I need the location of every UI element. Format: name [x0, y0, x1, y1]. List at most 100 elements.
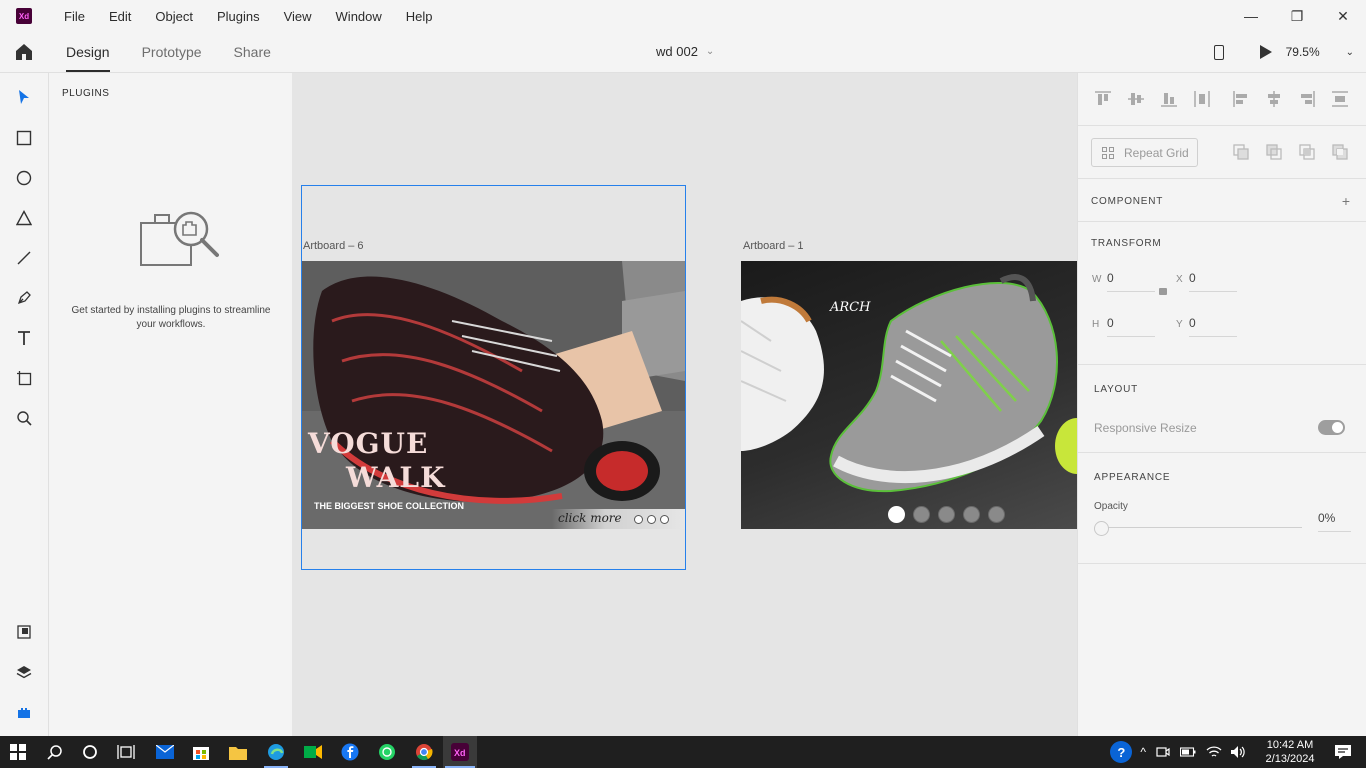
- select-tool-icon[interactable]: [14, 87, 34, 107]
- design-canvas[interactable]: Artboard – 6 VOGUE WALK THE BIGGEST SHOE…: [292, 73, 1077, 736]
- align-center-icon[interactable]: [1265, 90, 1283, 108]
- text-tool-icon[interactable]: [14, 328, 34, 348]
- boolean-subtract-icon[interactable]: [1265, 143, 1283, 161]
- zoom-tool-icon[interactable]: [14, 408, 34, 428]
- layers-panel-icon[interactable]: [14, 662, 34, 682]
- x-field[interactable]: 0: [1189, 271, 1237, 292]
- menu-help[interactable]: Help: [394, 9, 445, 24]
- search-icon[interactable]: [45, 742, 65, 762]
- menu-view[interactable]: View: [272, 9, 324, 24]
- align-right-icon[interactable]: [1298, 90, 1316, 108]
- chevron-down-icon: ⌄: [705, 46, 715, 57]
- cortana-icon[interactable]: [80, 742, 100, 762]
- task-view-icon[interactable]: [116, 742, 136, 762]
- mode-tabs: Design Prototype Share: [66, 32, 303, 72]
- artboard-tool-icon[interactable]: [14, 368, 34, 388]
- opacity-slider-thumb[interactable]: [1094, 521, 1109, 536]
- store-icon[interactable]: [191, 742, 211, 762]
- grid-icon: [1102, 146, 1114, 159]
- assets-panel-icon[interactable]: [14, 622, 34, 642]
- play-icon[interactable]: [1259, 45, 1272, 59]
- menu-object[interactable]: Object: [143, 9, 205, 24]
- edge-browser-icon[interactable]: [266, 742, 286, 762]
- document-title-dropdown[interactable]: wd 002 ⌄: [656, 32, 714, 72]
- y-field[interactable]: 0: [1189, 316, 1237, 337]
- meet-now-icon[interactable]: [1156, 745, 1170, 759]
- wifi-icon[interactable]: [1206, 745, 1222, 759]
- headline-vogue: VOGUE: [308, 427, 429, 460]
- svg-text:Xd: Xd: [454, 748, 466, 758]
- distribute-horizontal-icon[interactable]: [1331, 90, 1349, 108]
- carousel-dot: [660, 515, 669, 524]
- divider: [1078, 563, 1366, 564]
- height-label: H: [1092, 319, 1100, 330]
- height-field[interactable]: 0: [1107, 316, 1155, 337]
- tab-design[interactable]: Design: [66, 32, 110, 72]
- chevron-up-icon[interactable]: ^: [1140, 745, 1146, 759]
- repeat-grid-button[interactable]: Repeat Grid: [1091, 138, 1198, 167]
- adobe-xd-taskbar-icon[interactable]: Xd: [450, 742, 470, 762]
- align-bottom-icon[interactable]: [1160, 90, 1178, 108]
- responsive-resize-label: Responsive Resize: [1094, 421, 1197, 435]
- plugins-panel-icon[interactable]: [14, 702, 34, 722]
- opacity-slider-track[interactable]: [1102, 527, 1302, 528]
- close-button[interactable]: ✕: [1320, 0, 1366, 32]
- boolean-intersect-icon[interactable]: [1298, 143, 1316, 161]
- battery-icon[interactable]: [1180, 746, 1196, 758]
- tab-share[interactable]: Share: [234, 32, 271, 72]
- chrome-icon[interactable]: [414, 742, 434, 762]
- add-component-icon[interactable]: +: [1342, 193, 1350, 209]
- align-left-icon[interactable]: [1232, 90, 1250, 108]
- pen-tool-icon[interactable]: [14, 288, 34, 308]
- plugin-search-illustration-icon: [140, 211, 219, 266]
- zoom-chevron-down-icon[interactable]: ⌄: [1346, 47, 1354, 58]
- width-field[interactable]: 0: [1107, 271, 1155, 292]
- tools-toolbar: [0, 73, 49, 736]
- device-preview-icon[interactable]: [1213, 44, 1224, 60]
- responsive-resize-toggle[interactable]: [1318, 420, 1345, 435]
- opacity-field[interactable]: 0%: [1318, 511, 1351, 532]
- x-label: X: [1176, 274, 1183, 285]
- artboard-1[interactable]: ARCH: [741, 261, 1077, 529]
- distribute-vertical-icon[interactable]: [1193, 90, 1211, 108]
- click-more-text: click more: [558, 511, 622, 525]
- minimize-button[interactable]: —: [1228, 0, 1274, 32]
- help-icon[interactable]: ?: [1110, 741, 1133, 763]
- home-icon[interactable]: [14, 42, 34, 62]
- whatsapp-icon[interactable]: [377, 742, 397, 762]
- plugins-empty-message: Get started by installing plugins to str…: [71, 305, 271, 330]
- notifications-icon[interactable]: [1334, 744, 1352, 760]
- file-explorer-icon[interactable]: [228, 742, 248, 762]
- artboard-1-label[interactable]: Artboard – 1: [743, 240, 804, 252]
- artboard-6-label[interactable]: Artboard – 6: [303, 240, 364, 252]
- system-tray: ? ^ 10:42 AM 2/13/2024: [1110, 736, 1366, 768]
- menu-window[interactable]: Window: [324, 9, 394, 24]
- artboard-6[interactable]: VOGUE WALK THE BIGGEST SHOE COLLECTION c…: [302, 261, 685, 529]
- menu-edit[interactable]: Edit: [97, 9, 143, 24]
- boolean-add-icon[interactable]: [1232, 143, 1250, 161]
- plugins-panel: PLUGINS Get started by installing plugin…: [49, 73, 292, 736]
- windows-start-icon[interactable]: [8, 742, 28, 762]
- align-middle-icon[interactable]: [1127, 90, 1145, 108]
- restore-button[interactable]: ❐: [1274, 0, 1320, 32]
- menu-file[interactable]: File: [52, 9, 97, 24]
- line-tool-icon[interactable]: [14, 248, 34, 268]
- lock-aspect-icon[interactable]: [1159, 288, 1167, 295]
- volume-icon[interactable]: [1230, 745, 1246, 759]
- polygon-tool-icon[interactable]: [14, 208, 34, 228]
- clock[interactable]: 10:42 AM 2/13/2024: [1254, 738, 1326, 766]
- mail-icon[interactable]: [155, 742, 175, 762]
- tab-prototype[interactable]: Prototype: [142, 32, 202, 72]
- zoom-level[interactable]: 79.5%: [1286, 45, 1346, 59]
- rectangle-tool-icon[interactable]: [14, 128, 34, 148]
- facebook-icon[interactable]: [340, 742, 360, 762]
- width-label: W: [1092, 274, 1102, 285]
- meet-icon[interactable]: [303, 742, 323, 762]
- boolean-exclude-icon[interactable]: [1331, 143, 1349, 161]
- ellipse-tool-icon[interactable]: [14, 168, 34, 188]
- align-top-icon[interactable]: [1094, 90, 1112, 108]
- align-tools: [1078, 73, 1366, 126]
- repeat-grid-label: Repeat Grid: [1124, 145, 1189, 160]
- menu-plugins[interactable]: Plugins: [205, 9, 272, 24]
- headline-walk: WALK: [346, 461, 446, 494]
